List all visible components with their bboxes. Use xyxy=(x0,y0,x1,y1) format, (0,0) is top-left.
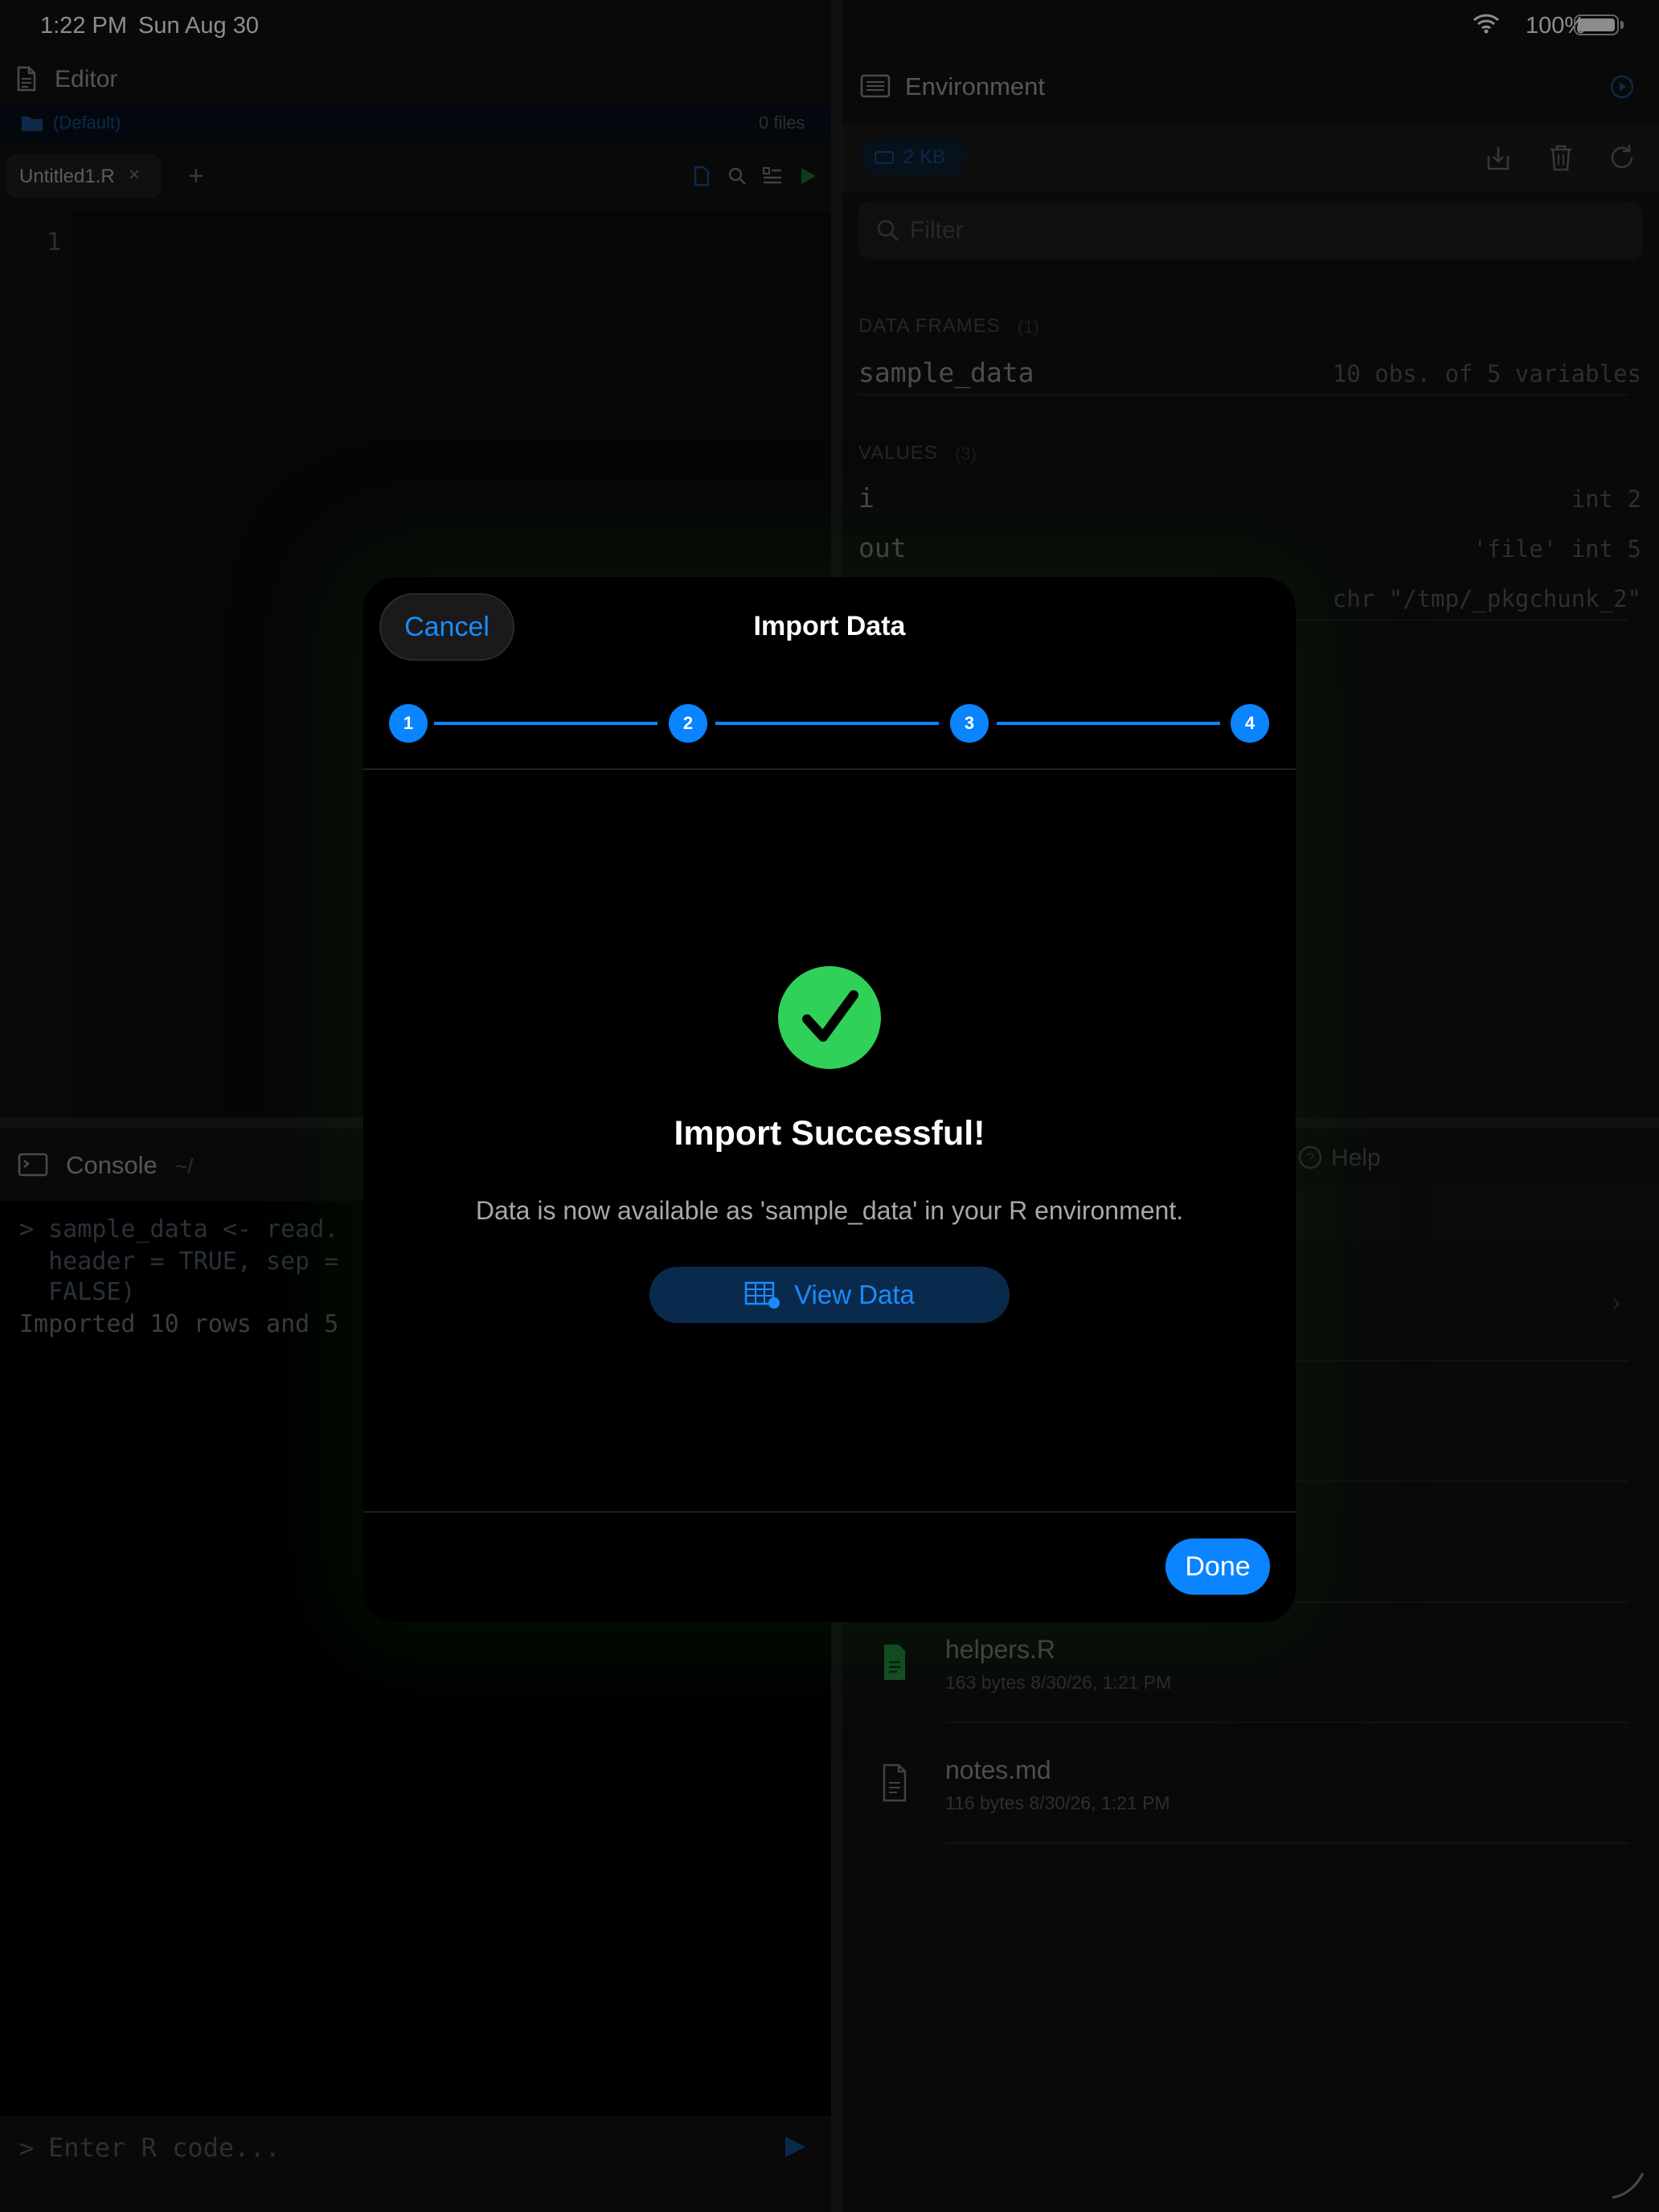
import-data-modal xyxy=(363,577,1296,1622)
view-data-button[interactable]: View Data xyxy=(649,1267,1010,1323)
step-connector xyxy=(715,722,939,725)
step-1: 1 xyxy=(389,704,428,743)
step-3: 3 xyxy=(950,704,989,743)
step-4: 4 xyxy=(1231,704,1269,743)
done-button[interactable]: Done xyxy=(1165,1538,1270,1595)
step-connector xyxy=(434,722,657,725)
divider xyxy=(363,768,1296,770)
cancel-button[interactable]: Cancel xyxy=(379,593,514,661)
checkmark-glyph xyxy=(802,990,858,1042)
success-title: Import Successful! xyxy=(674,1114,985,1153)
step-2: 2 xyxy=(669,704,707,743)
table-icon xyxy=(744,1281,780,1309)
success-message: Data is now available as 'sample_data' i… xyxy=(475,1196,1184,1225)
view-data-label: View Data xyxy=(794,1280,915,1309)
checkmark-icon xyxy=(778,966,881,1069)
step-connector xyxy=(997,722,1220,725)
divider xyxy=(363,1511,1296,1513)
